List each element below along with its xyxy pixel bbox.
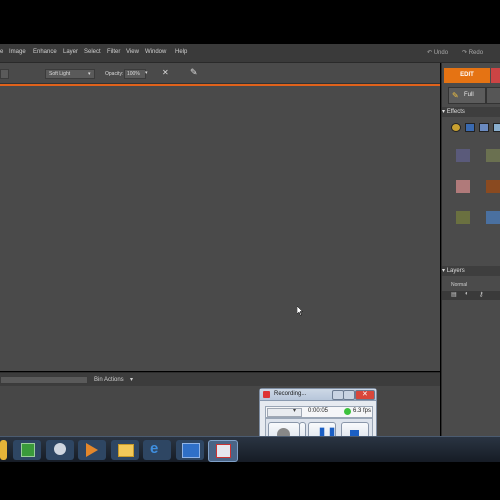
monitor-icon <box>21 443 35 457</box>
tab-edit[interactable]: EDIT <box>444 68 490 83</box>
letterbox-bottom <box>0 462 500 500</box>
triangle-down-icon: ▾ <box>442 109 446 115</box>
recording-titlebar[interactable]: Recording... ✕ <box>260 389 376 401</box>
full-tab-label: Full <box>464 92 474 98</box>
media-player-icon <box>86 443 98 457</box>
folder-icon <box>118 444 134 457</box>
filters-icon[interactable] <box>451 123 461 132</box>
effects-panel-title: Effects <box>446 109 465 115</box>
chevron-down-icon: ▾ <box>88 71 91 77</box>
photoshop-elements-icon <box>182 443 200 458</box>
recorder-app-icon <box>216 444 231 458</box>
taskbar-item[interactable] <box>176 440 204 460</box>
effect-thumbnail[interactable] <box>456 211 470 224</box>
taskbar-item[interactable]: e <box>143 440 171 460</box>
undo-icon: ↶ <box>427 50 433 56</box>
menu-item-enhance[interactable]: Enhance <box>33 49 57 55</box>
mouse-cursor-icon <box>297 306 303 316</box>
workspace-canvas[interactable] <box>0 86 440 371</box>
fps-readout: 6.3 fps <box>353 408 372 414</box>
menu-bar: e Image Enhance Layer Select Filter View… <box>0 44 500 63</box>
menu-item-edit[interactable]: e <box>0 49 3 55</box>
layer-blend-mode[interactable]: Normal <box>451 282 467 288</box>
project-bin-bar: Bin Actions ▾ <box>0 372 440 387</box>
close-button[interactable]: ✕ <box>355 390 375 400</box>
source-dropdown[interactable]: ▾ <box>267 408 302 417</box>
internet-explorer-icon: e <box>150 440 159 457</box>
effect-thumbnail[interactable] <box>486 180 500 193</box>
effects-panel-header[interactable]: ▾ Effects <box>442 107 500 117</box>
status-indicator-icon <box>344 408 351 415</box>
tab-full-edit[interactable]: ✎ Full <box>448 87 486 104</box>
taskbar-item[interactable] <box>13 440 41 460</box>
brush-settings-icon[interactable]: ✎ <box>190 67 198 78</box>
bin-actions-menu[interactable]: Bin Actions <box>94 377 124 383</box>
close-icon: ✕ <box>362 391 368 398</box>
chevron-down-icon: ▾ <box>293 408 297 414</box>
airbrush-icon[interactable]: ✕ <box>162 68 169 77</box>
menu-item-view[interactable]: View <box>126 49 139 55</box>
redo-icon: ↷ <box>462 50 468 56</box>
menu-item-window[interactable]: Window <box>145 49 166 55</box>
layers-toolbar: ▤ ◐ ⚷ <box>442 291 500 300</box>
effect-thumbnail[interactable] <box>486 211 500 224</box>
letterbox-top <box>0 0 500 44</box>
opacity-value: 100% <box>127 71 140 77</box>
blend-mode-value: Soft Light <box>49 71 71 77</box>
tab-quick-fix[interactable] <box>486 87 500 104</box>
layers-panel-header[interactable]: ▾ Layers <box>442 266 500 276</box>
redo-label: Redo <box>468 50 484 56</box>
taskbar-item-active[interactable] <box>208 440 238 462</box>
taskbar-folder-icon[interactable] <box>0 440 7 460</box>
lock-icon[interactable]: ⚷ <box>479 291 483 298</box>
menu-item-help[interactable]: Help <box>175 49 187 55</box>
menu-item-filter[interactable]: Filter <box>107 49 120 55</box>
new-layer-icon[interactable]: ▤ <box>451 291 457 298</box>
undo-button[interactable]: ↶ Undo <box>427 49 448 56</box>
tool-options-bar: Soft Light ▾ Opacity: 100% ▾ ✕ ✎ <box>0 63 440 84</box>
panel-bin: EDIT ✎ Full ▾ Effects ▾ Layers Normal ▤ … <box>441 63 500 436</box>
full-edit-icon: ✎ <box>452 91 459 100</box>
undo-label: Undo <box>433 50 449 56</box>
taskbar-item[interactable] <box>111 440 139 460</box>
app-icon <box>263 391 270 398</box>
triangle-down-icon: ▾ <box>442 268 446 274</box>
recording-status-row: ▾ 0:00:05 6.3 fps <box>265 406 373 418</box>
effect-thumbnail[interactable] <box>456 149 470 162</box>
redo-button[interactable]: ↷ Redo <box>462 49 483 56</box>
effect-thumbnail[interactable] <box>486 149 500 162</box>
tool-preset-dropdown[interactable] <box>0 69 9 79</box>
windows-taskbar: e <box>0 436 500 463</box>
clock-icon <box>54 443 66 455</box>
tab-create[interactable] <box>491 68 500 83</box>
menu-item-layer[interactable]: Layer <box>63 49 78 55</box>
menu-item-select[interactable]: Select <box>84 49 101 55</box>
menu-item-image[interactable]: Image <box>9 49 26 55</box>
bin-selector-dropdown[interactable] <box>0 376 88 384</box>
chevron-down-icon[interactable]: ▾ <box>145 70 148 76</box>
taskbar-item[interactable] <box>46 440 74 460</box>
chevron-down-icon[interactable]: ▾ <box>130 376 133 383</box>
more-effects-icon[interactable] <box>493 123 500 132</box>
adjustment-layer-icon[interactable]: ◐ <box>465 291 469 297</box>
taskbar-item[interactable] <box>78 440 106 460</box>
maximize-button[interactable] <box>343 390 355 400</box>
blend-mode-dropdown[interactable]: Soft Light ▾ <box>45 69 95 79</box>
layer-styles-icon[interactable] <box>465 123 475 132</box>
recording-title: Recording... <box>274 391 307 397</box>
recording-timer: 0:00:05 <box>308 408 329 414</box>
opacity-field[interactable]: 100% <box>124 69 146 79</box>
effect-thumbnail[interactable] <box>456 180 470 193</box>
layers-panel-title: Layers <box>446 268 465 274</box>
photo-effects-icon[interactable] <box>479 123 489 132</box>
opacity-label: Opacity: <box>105 71 124 77</box>
